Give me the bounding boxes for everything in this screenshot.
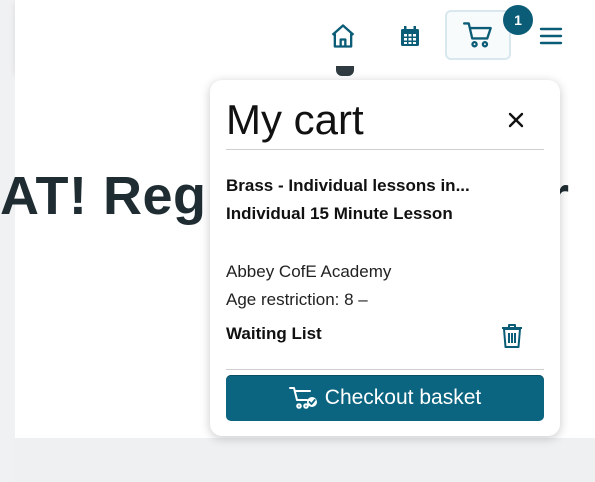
left-background-strip <box>0 0 15 482</box>
cart-item-school: Abbey CofE Academy <box>226 262 392 281</box>
cart-popup: My cart Brass - Individual lessons in...… <box>210 80 560 436</box>
menu-icon <box>539 27 563 45</box>
calendar-icon <box>401 26 419 46</box>
menu-button[interactable] <box>523 12 579 60</box>
cart-item-name: Brass - Individual lessons in... Individ… <box>226 172 544 228</box>
partially-hidden-element <box>336 66 354 76</box>
cart-button[interactable] <box>445 10 511 60</box>
close-button[interactable] <box>502 106 530 134</box>
calendar-button[interactable] <box>382 12 438 60</box>
checkout-basket-button[interactable]: Checkout basket <box>226 375 544 421</box>
divider <box>226 369 544 370</box>
checkout-basket-label: Checkout basket <box>324 386 482 409</box>
trash-icon <box>502 324 522 348</box>
page-title-fragment: AT! Regi <box>0 166 222 226</box>
cart-item-name-line1: Brass - Individual lessons in... <box>226 176 470 195</box>
cart-item-age-restriction: Age restriction: 8 – <box>226 290 368 309</box>
cart-item-name-line2: Individual 15 Minute Lesson <box>226 204 453 223</box>
cart-check-icon <box>288 387 317 409</box>
cart-icon <box>463 22 492 48</box>
top-navigation-bar: 1 <box>15 0 595 72</box>
home-button[interactable] <box>315 12 371 60</box>
home-icon <box>331 24 355 48</box>
close-icon <box>508 112 524 128</box>
divider <box>226 149 544 150</box>
cart-title: My cart <box>226 96 364 143</box>
cart-item-status: Waiting List <box>226 324 322 343</box>
remove-item-button[interactable] <box>500 322 524 350</box>
page-footer-area <box>15 438 595 482</box>
